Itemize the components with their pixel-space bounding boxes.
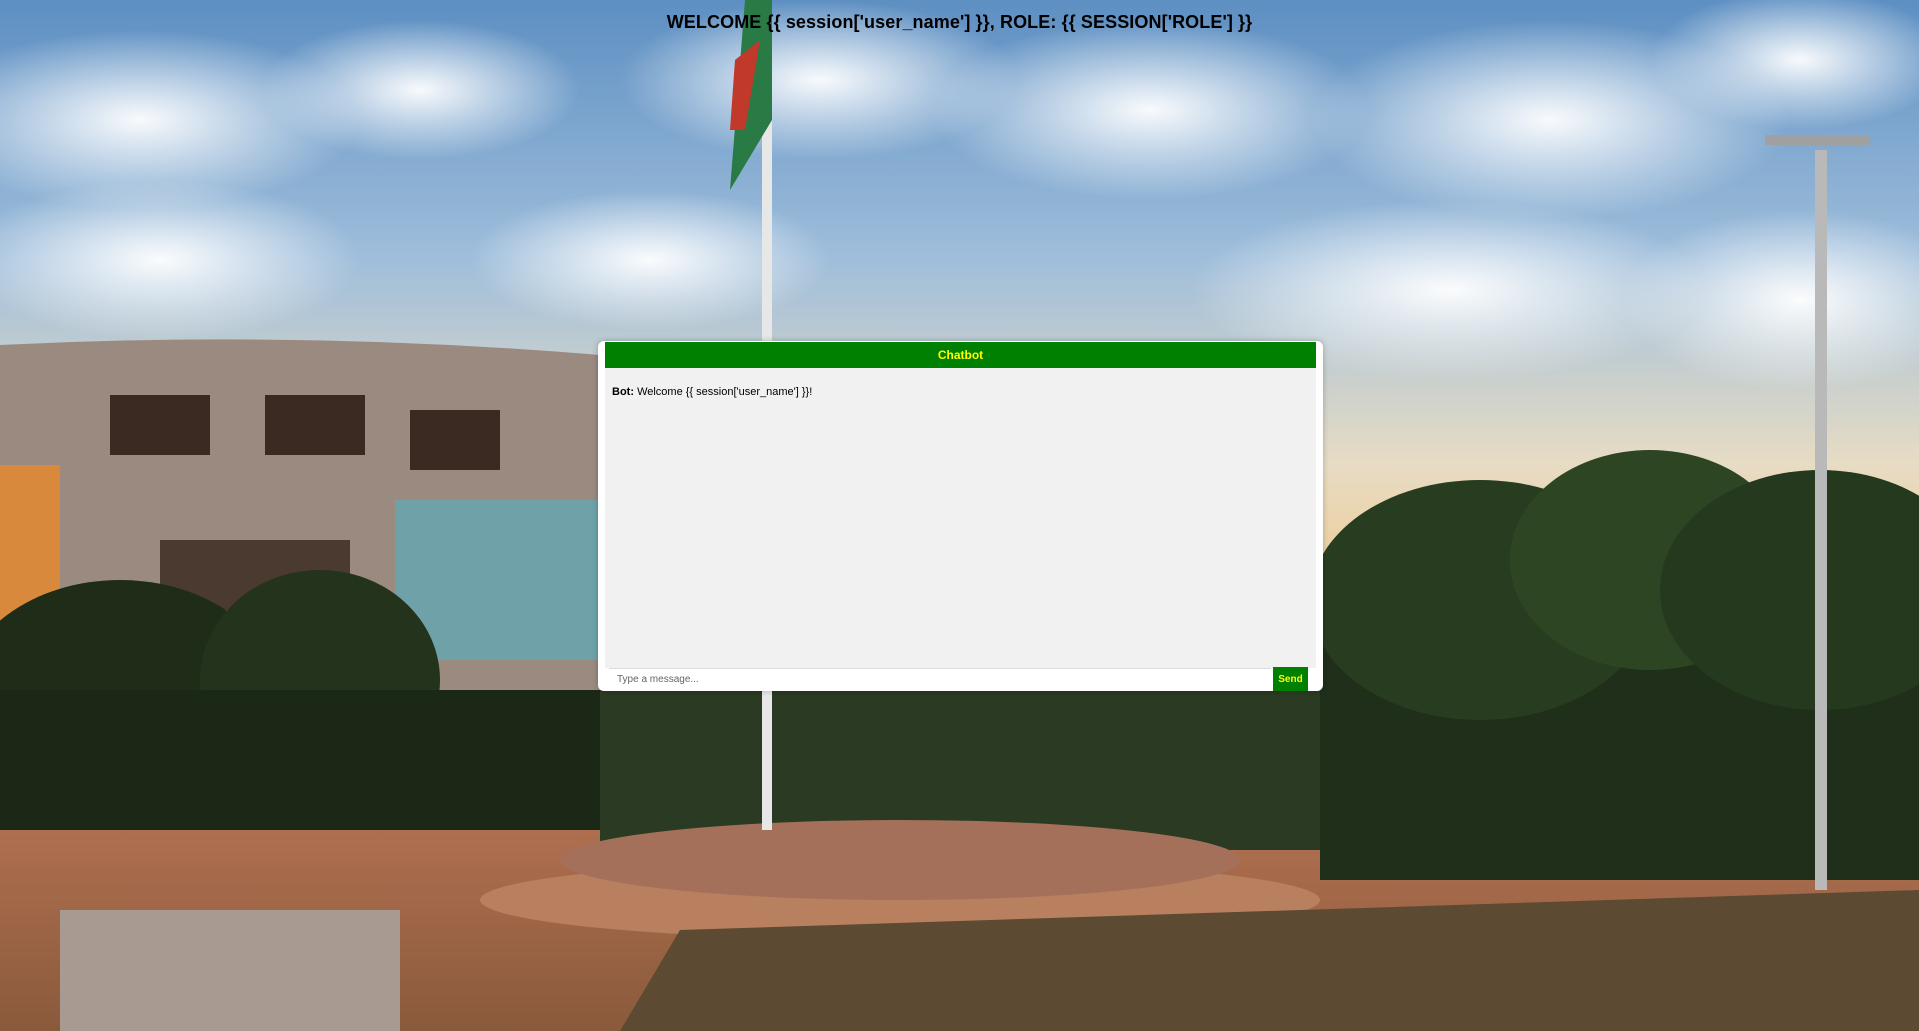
message-text: Welcome {{ session['user_name'] }}! <box>637 386 813 398</box>
message-input[interactable] <box>609 668 1271 690</box>
send-button[interactable]: Send <box>1273 667 1308 691</box>
chat-message: Bot: Welcome {{ session['user_name'] }}! <box>612 386 1309 398</box>
chatbot-title: Chatbot <box>605 342 1316 368</box>
chat-message-log: Bot: Welcome {{ session['user_name'] }}! <box>605 368 1316 668</box>
welcome-heading: WELCOME {{ session['user_name'] }}, ROLE… <box>666 12 1253 32</box>
message-sender: Bot: <box>612 386 634 398</box>
chat-input-row: Send <box>609 667 1309 691</box>
chatbot-panel: Chatbot Bot: Welcome {{ session['user_na… <box>598 341 1323 691</box>
